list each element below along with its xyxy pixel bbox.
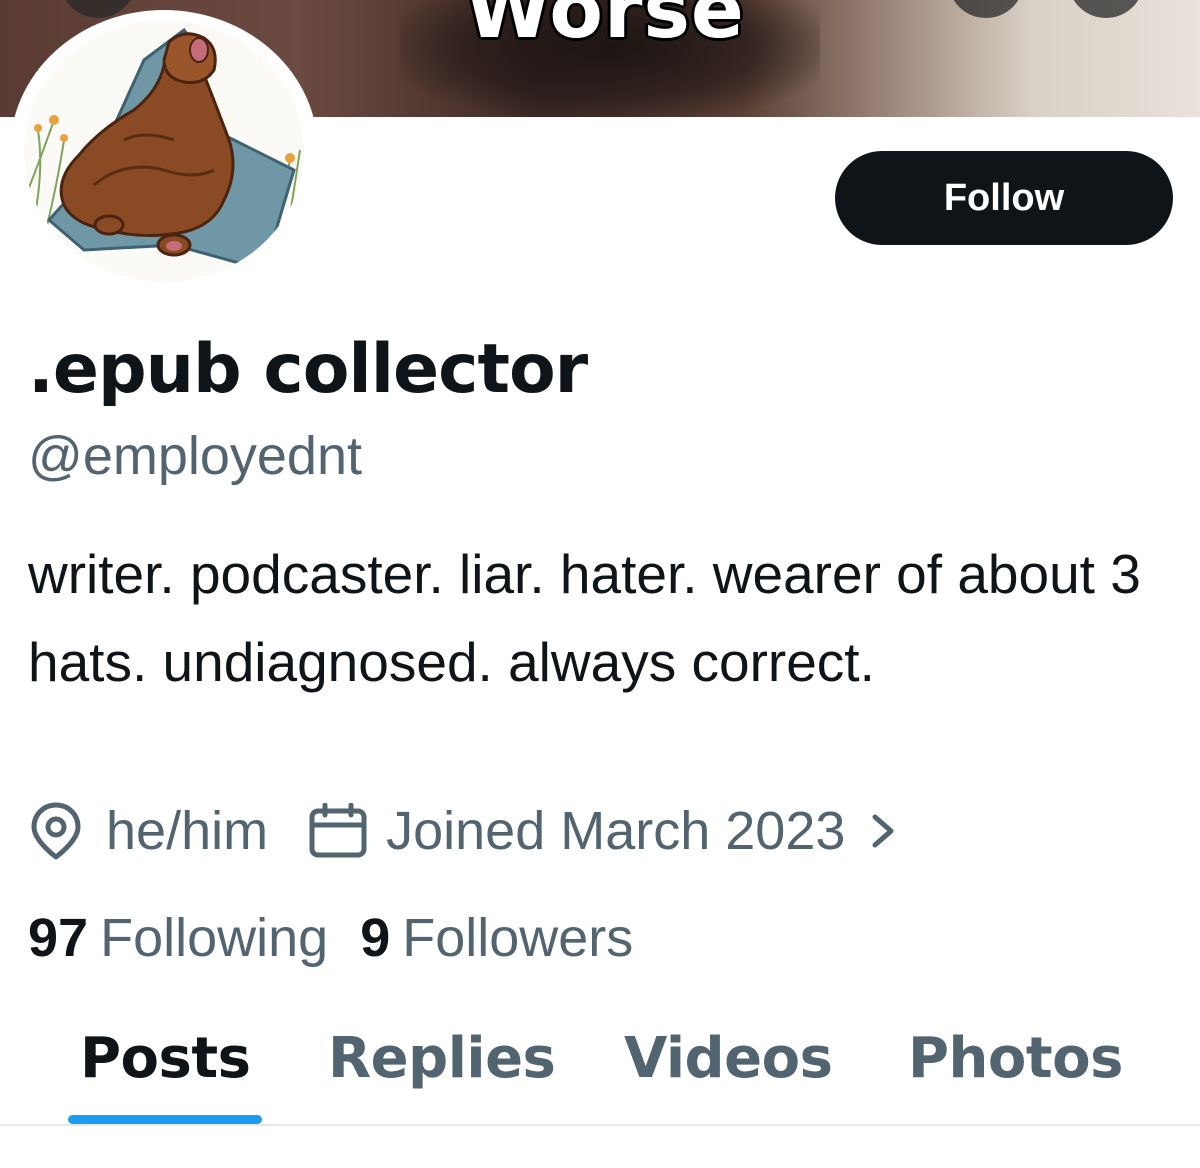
profile-meta: he/him Joined March 2023: [28, 795, 897, 867]
avatar-image: [24, 20, 304, 282]
search-button[interactable]: [948, 0, 1024, 18]
tab-photos[interactable]: Photos: [908, 1026, 1123, 1091]
joined-text: Joined March 2023: [386, 801, 846, 861]
tab-replies[interactable]: Replies: [328, 1026, 556, 1091]
calendar-icon: [308, 803, 368, 859]
joined-item[interactable]: Joined March 2023: [308, 800, 897, 862]
following-label: Following: [100, 908, 329, 968]
profile-tabs: Posts Replies Videos Photos: [0, 1018, 1200, 1126]
follow-button[interactable]: Follow: [835, 151, 1173, 245]
tab-videos[interactable]: Videos: [624, 1026, 833, 1091]
followers-count: 9: [360, 908, 391, 968]
followers-link[interactable]: 9 Followers: [360, 907, 633, 969]
more-button[interactable]: [1068, 0, 1144, 18]
chevron-right-icon: [869, 811, 897, 851]
active-tab-indicator: [68, 1115, 262, 1124]
sleeping-bear-illustration: [27, 27, 301, 272]
following-count: 97: [28, 908, 89, 968]
following-link[interactable]: 97 Following: [28, 907, 328, 969]
profile-stats: 97 Following 9 Followers: [28, 902, 633, 974]
user-handle: @employednt: [28, 426, 362, 486]
banner-caption: Worse: [465, 0, 745, 56]
avatar[interactable]: [10, 10, 318, 292]
tab-posts[interactable]: Posts: [80, 1026, 251, 1091]
profile-bio: writer. podcaster. liar. hater. wearer o…: [28, 543, 1141, 693]
followers-label: Followers: [402, 908, 634, 968]
location-item: he/him: [28, 800, 268, 862]
display-name: .epub collector: [28, 330, 588, 409]
location-text: he/him: [106, 801, 269, 861]
location-pin-icon: [28, 801, 84, 861]
